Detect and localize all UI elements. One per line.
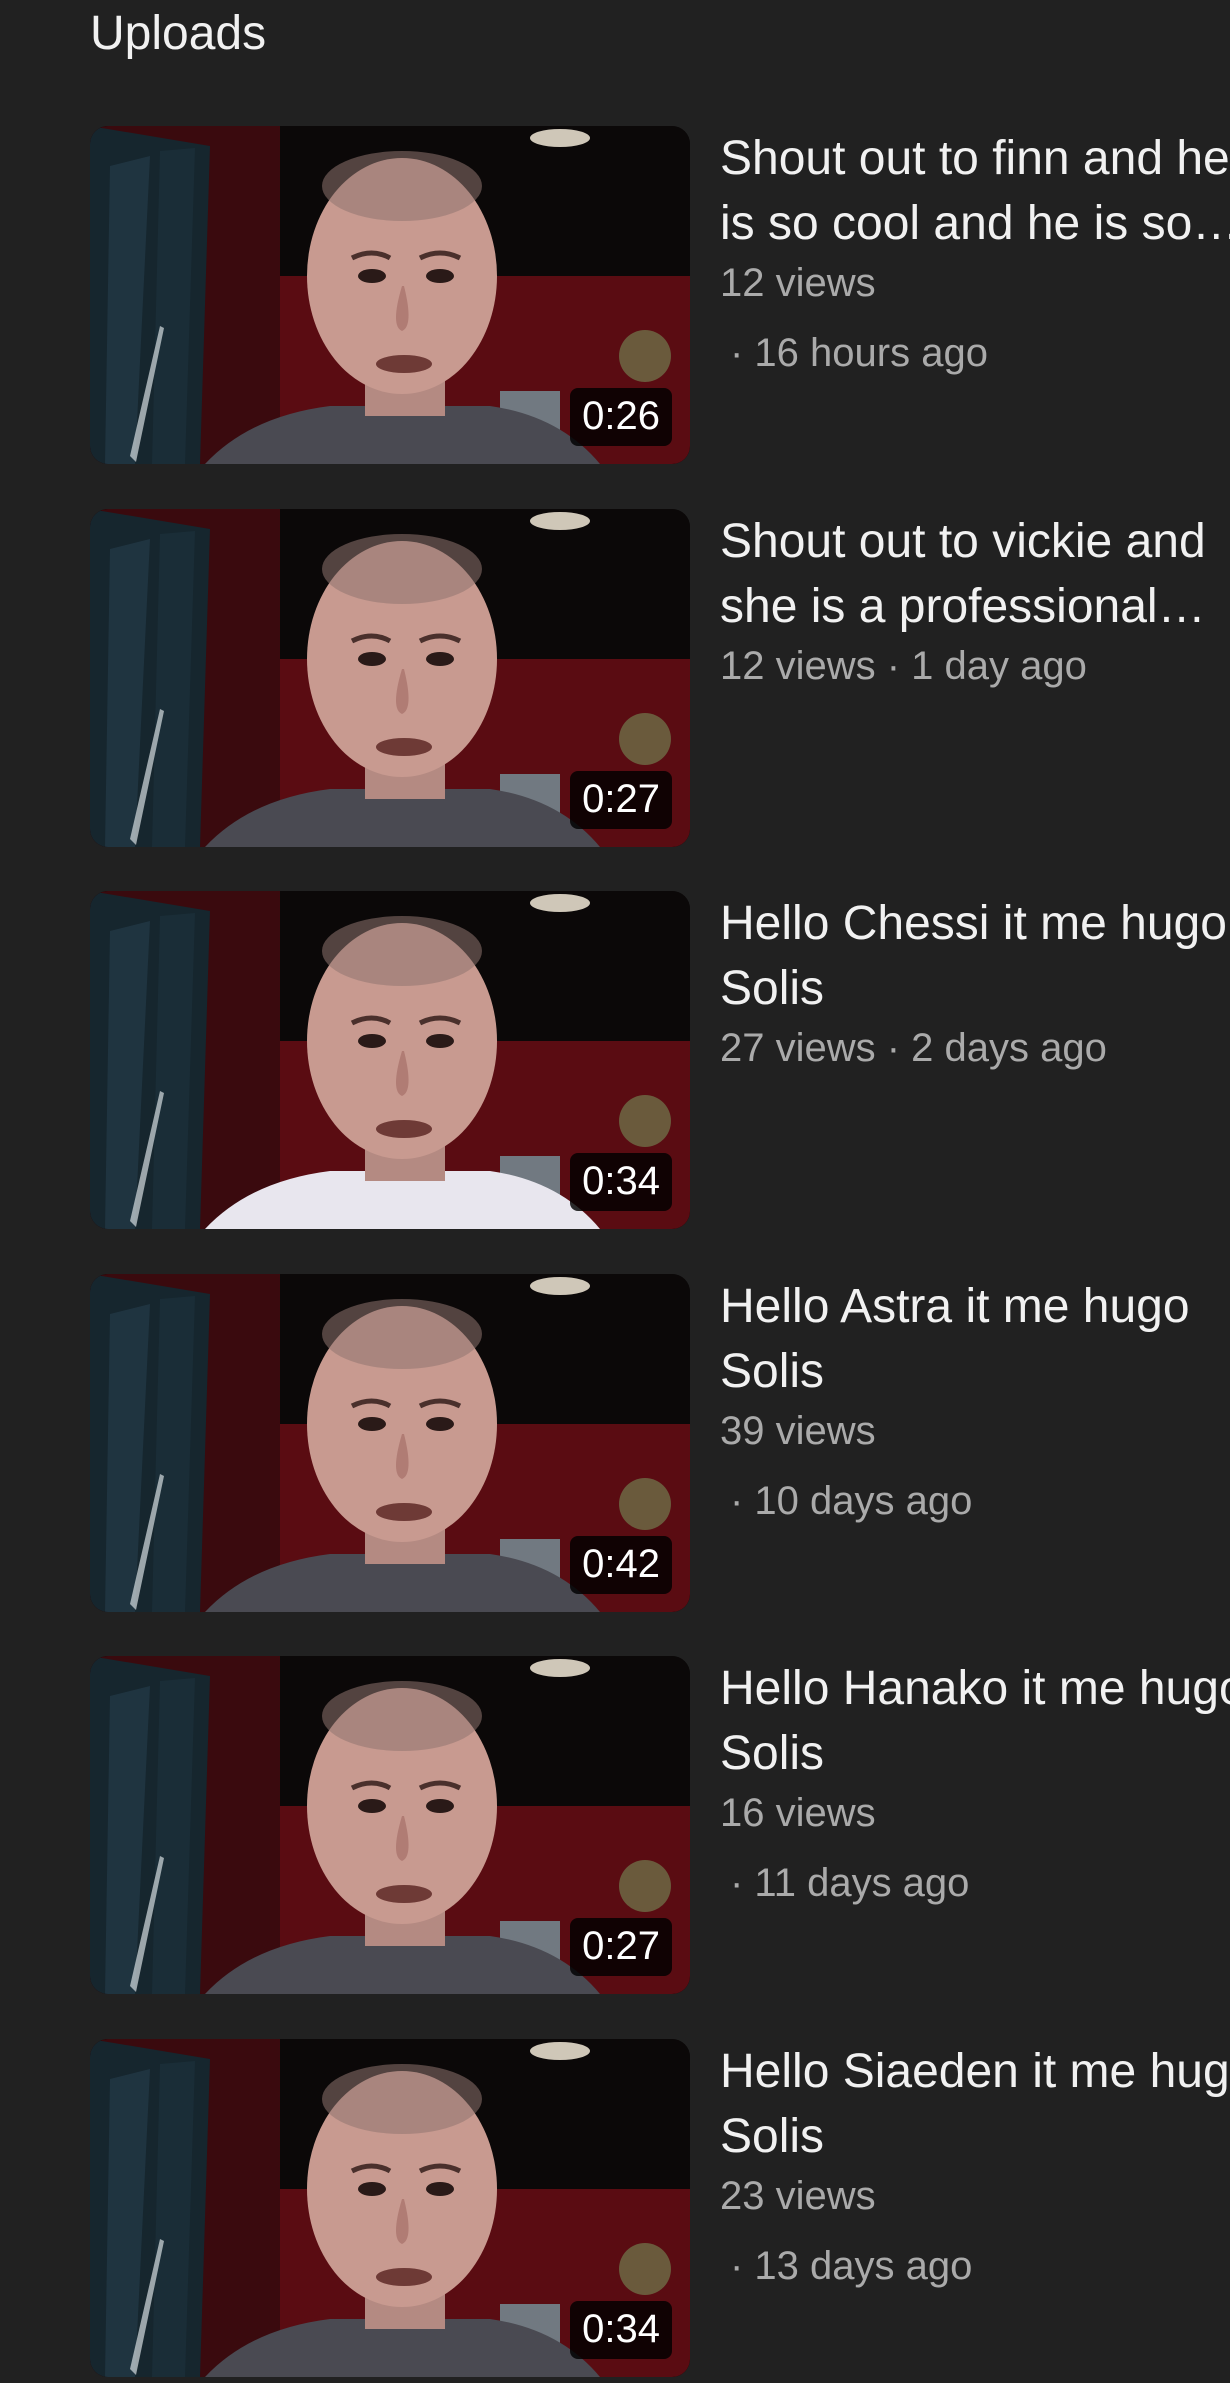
video-duration: 0:34 xyxy=(570,2301,672,2359)
video-stats: 23 views xyxy=(720,2174,876,2218)
video-thumbnail[interactable]: 0:34 xyxy=(90,2039,690,2377)
video-stats: 16 views xyxy=(720,1791,876,1835)
video-stats: 39 views xyxy=(720,1409,876,1453)
video-meta[interactable]: Hello Chessi it me hugo Solis 27 views ·… xyxy=(720,891,1230,1073)
video-duration: 0:42 xyxy=(570,1536,672,1594)
video-duration: 0:26 xyxy=(570,388,672,446)
video-item[interactable]: 0:34 Hello Siaeden it me hugo Solis 23 v… xyxy=(90,2039,1230,2377)
video-item[interactable]: 0:34 Hello Chessi it me hugo Solis 27 vi… xyxy=(90,891,1227,1229)
section-title: Uploads xyxy=(90,7,267,60)
video-item[interactable]: 0:27 Shout out to vickie and she is a pr… xyxy=(90,509,1210,847)
video-stats: 27 views · 2 days ago xyxy=(720,1026,1107,1070)
video-meta[interactable]: Hello Hanako it me hugo Solis 16 views ·… xyxy=(720,1656,1230,1908)
video-meta[interactable]: Hello Astra it me hugo Solis 39 views · … xyxy=(720,1274,1230,1526)
video-thumbnail[interactable]: 0:27 xyxy=(90,509,690,847)
video-duration: 0:27 xyxy=(570,1918,672,1976)
video-meta[interactable]: Shout out to vickie and she is a profess… xyxy=(720,509,1230,691)
video-duration: 0:27 xyxy=(570,771,672,829)
video-thumbnail[interactable]: 0:42 xyxy=(90,1274,690,1612)
video-item[interactable]: 0:26 Shout out to finn and he is so cool… xyxy=(90,126,1230,464)
video-thumbnail[interactable]: 0:27 xyxy=(90,1656,690,1994)
video-title[interactable]: Shout out to finn and he is so cool and … xyxy=(720,126,1230,256)
video-item[interactable]: 0:27 Hello Hanako it me hugo Solis 16 vi… xyxy=(90,1656,1230,1994)
video-meta[interactable]: Shout out to finn and he is so cool and … xyxy=(720,126,1230,378)
video-title[interactable]: Shout out to vickie and she is a profess… xyxy=(720,509,1230,639)
video-thumbnail[interactable]: 0:34 xyxy=(90,891,690,1229)
video-title[interactable]: Hello Chessi it me hugo Solis xyxy=(720,891,1230,1021)
video-meta[interactable]: Hello Siaeden it me hugo Solis 23 views … xyxy=(720,2039,1230,2291)
video-age: · 16 hours ago xyxy=(730,331,988,375)
video-age: · 10 days ago xyxy=(730,1479,973,1523)
video-duration: 0:34 xyxy=(570,1153,672,1211)
uploads-page: Uploads 0:26 Shout out to finn and he is… xyxy=(0,0,1230,2383)
video-title[interactable]: Hello Siaeden it me hugo Solis xyxy=(720,2039,1230,2169)
video-age: · 13 days ago xyxy=(730,2244,973,2288)
video-title[interactable]: Hello Hanako it me hugo Solis xyxy=(720,1656,1230,1786)
video-stats: 12 views · 1 day ago xyxy=(720,644,1087,688)
video-stats: 12 views xyxy=(720,261,876,305)
video-thumbnail[interactable]: 0:26 xyxy=(90,126,690,464)
video-title[interactable]: Hello Astra it me hugo Solis xyxy=(720,1274,1230,1404)
video-age: · 11 days ago xyxy=(730,1861,970,1905)
video-item[interactable]: 0:42 Hello Astra it me hugo Solis 39 vie… xyxy=(90,1274,1210,1612)
